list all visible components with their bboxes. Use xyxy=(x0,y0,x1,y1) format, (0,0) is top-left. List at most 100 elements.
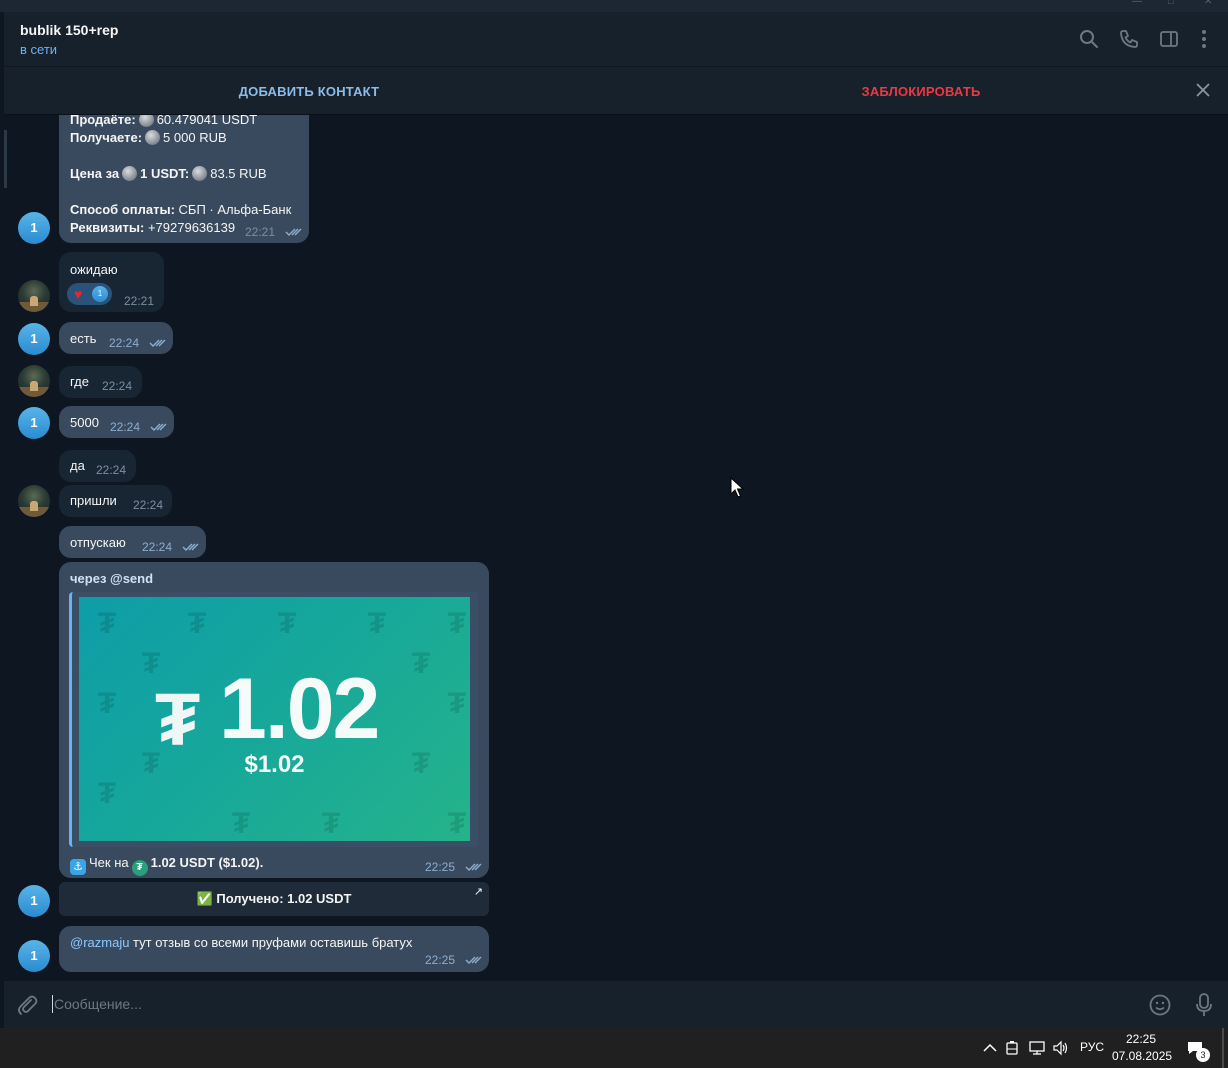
message-bubble[interactable]: @razmaju тут отзыв со всеми пруфами оста… xyxy=(59,926,489,972)
message-composer[interactable]: Сообщение... xyxy=(4,981,1228,1028)
mention-link[interactable]: @razmaju xyxy=(70,935,129,950)
message-bubble[interactable]: отпускаю 22:24 xyxy=(59,526,206,558)
message-bubble[interactable]: где 22:24 xyxy=(59,366,142,398)
battery-icon[interactable] xyxy=(1004,1039,1022,1057)
attach-icon[interactable] xyxy=(16,994,38,1016)
chat-header[interactable]: bublik 150+rep в сети xyxy=(4,12,1228,67)
chat-status: в сети xyxy=(20,42,58,57)
avatar[interactable] xyxy=(18,280,50,312)
message-text: ожидаю xyxy=(70,262,118,277)
double-check-icon xyxy=(182,543,199,551)
double-check-icon xyxy=(465,956,482,964)
clock-time: 22:25 xyxy=(1125,1032,1157,1046)
scrollbar-thumb[interactable] xyxy=(4,130,7,188)
details-label: Реквизиты: xyxy=(70,220,145,235)
via-bot-label[interactable]: через @send xyxy=(70,571,153,586)
message-time: 22:25 xyxy=(425,860,456,874)
message-text: отпускаю xyxy=(70,535,126,550)
windows-taskbar: РУС 22:25 07.08.2025 3 xyxy=(0,1028,1228,1068)
received-button-label: ✅ Получено: 1.02 USDT xyxy=(196,891,352,906)
avatar[interactable]: 1 xyxy=(18,407,50,439)
block-button[interactable]: ЗАБЛОКИРОВАТЬ xyxy=(616,84,1226,99)
received-inline-button[interactable]: ✅ Получено: 1.02 USDT ↗ xyxy=(59,882,489,916)
more-icon[interactable] xyxy=(1193,28,1215,50)
message-time: 22:24 xyxy=(142,540,173,554)
volume-icon[interactable] xyxy=(1052,1039,1070,1057)
double-check-icon xyxy=(465,863,482,871)
message-text: да xyxy=(70,458,85,473)
double-check-icon xyxy=(150,423,167,431)
system-clock[interactable]: 22:25 07.08.2025 xyxy=(1112,1031,1172,1065)
message-text: есть xyxy=(70,331,97,346)
contact-action-bar: ДОБАВИТЬ КОНТАКТ ЗАБЛОКИРОВАТЬ xyxy=(4,67,1228,115)
emoji-icon[interactable] xyxy=(1148,993,1172,1017)
price-label: Цена за xyxy=(70,166,120,181)
mouse-cursor-icon xyxy=(730,477,744,498)
message-text: пришли xyxy=(70,493,117,508)
message-time: 22:21 xyxy=(245,225,276,239)
message-bubble[interactable]: пришли 22:24 xyxy=(59,485,172,517)
telegram-window: — □ ✕ bublik 150+rep в сети ДОБАВИТЬ КОН… xyxy=(0,0,1228,1068)
reaction-badge[interactable]: ♥ 1 xyxy=(67,283,112,305)
avatar[interactable] xyxy=(18,365,50,397)
order-message[interactable]: Продаёте: 60.479041 USDT Получаете: 5 000 … xyxy=(59,115,309,243)
chat-name[interactable]: bublik 150+rep xyxy=(20,22,118,38)
anchor-icon: ⚓ xyxy=(70,859,86,875)
input-language[interactable]: РУС xyxy=(1080,1040,1104,1054)
check-amount: 1.02 xyxy=(219,661,380,757)
avatar[interactable]: 1 xyxy=(18,885,50,917)
check-caption-amount: 1.02 USDT ($1.02). xyxy=(150,855,264,870)
avatar[interactable]: 1 xyxy=(18,212,50,244)
check-caption-prefix: Чек на xyxy=(89,855,129,870)
check-image[interactable]: ₮ ₮ ₮ ₮ ₮ ₮ ₮ ₮ ₮ ₮ ₮ ₮ ₮ ₮ ₮ ₮ 1.02 $1.… xyxy=(79,597,470,841)
search-icon[interactable] xyxy=(1078,28,1100,50)
microphone-icon[interactable] xyxy=(1194,992,1214,1018)
check-preview-card[interactable]: ₮ ₮ ₮ ₮ ₮ ₮ ₮ ₮ ₮ ₮ ₮ ₮ ₮ ₮ ₮ ₮ 1.02 $1.… xyxy=(69,592,478,847)
check-message[interactable]: через @send ₮ ₮ ₮ ₮ ₮ ₮ ₮ ₮ ₮ ₮ ₮ ₮ ₮ ₮ xyxy=(59,562,489,878)
message-bubble[interactable]: 5000 22:24 xyxy=(59,406,174,438)
avatar[interactable] xyxy=(18,485,50,517)
get-value: 5 000 RUB xyxy=(163,130,227,145)
message-bubble[interactable]: да 22:24 xyxy=(59,450,136,482)
minimize-icon[interactable]: — xyxy=(1132,0,1146,7)
sidebar-toggle-icon[interactable] xyxy=(1158,28,1180,50)
message-time: 22:21 xyxy=(124,294,155,308)
method-value: СБП · Альфа-Банк xyxy=(178,202,292,217)
tether-icon: ₮ xyxy=(131,860,148,876)
message-bubble[interactable]: есть 22:24 xyxy=(59,322,173,354)
check-usd: $1.02 xyxy=(244,751,305,778)
text-caret xyxy=(52,995,53,1013)
show-desktop-button[interactable] xyxy=(1222,1028,1224,1068)
close-icon[interactable] xyxy=(1194,81,1212,99)
message-list[interactable]: Продаёте: 60.479041 USDT Получаете: 5 000 … xyxy=(4,115,1228,981)
message-bubble[interactable]: ожидаю ♥ 1 22:21 xyxy=(59,252,164,312)
sell-label: Продаёте: xyxy=(70,115,136,127)
message-time: 22:24 xyxy=(133,498,164,512)
window-close-icon[interactable]: ✕ xyxy=(1204,0,1218,7)
get-label: Получаете: xyxy=(70,130,143,145)
avatar[interactable]: 1 xyxy=(18,323,50,355)
add-contact-button[interactable]: ДОБАВИТЬ КОНТАКТ xyxy=(4,84,614,99)
details-value[interactable]: +79279636139 xyxy=(148,220,235,235)
method-label: Способ оплаты: xyxy=(70,202,175,217)
message-time: 22:25 xyxy=(425,953,456,967)
network-icon[interactable] xyxy=(1028,1039,1046,1057)
message-text: 5000 xyxy=(70,415,99,430)
coin-icon xyxy=(138,115,154,127)
price-value: 83.5 RUB xyxy=(210,166,267,181)
maximize-icon[interactable]: □ xyxy=(1168,0,1182,7)
message-input[interactable]: Сообщение... xyxy=(54,996,142,1012)
avatar[interactable]: 1 xyxy=(18,940,50,972)
tether-logo-icon: ₮ xyxy=(155,678,201,761)
coin-icon xyxy=(122,166,138,181)
phone-icon[interactable] xyxy=(1118,28,1140,50)
external-link-icon: ↗ xyxy=(473,886,483,898)
coin-icon xyxy=(192,166,208,181)
chevron-up-icon[interactable] xyxy=(981,1039,999,1057)
heart-icon: ♥ xyxy=(74,286,83,302)
reaction-count: 1 xyxy=(92,286,108,302)
double-check-icon xyxy=(149,339,166,347)
notification-count: 3 xyxy=(1196,1048,1210,1062)
message-time: 22:24 xyxy=(96,463,127,477)
message-time: 22:24 xyxy=(109,336,140,350)
